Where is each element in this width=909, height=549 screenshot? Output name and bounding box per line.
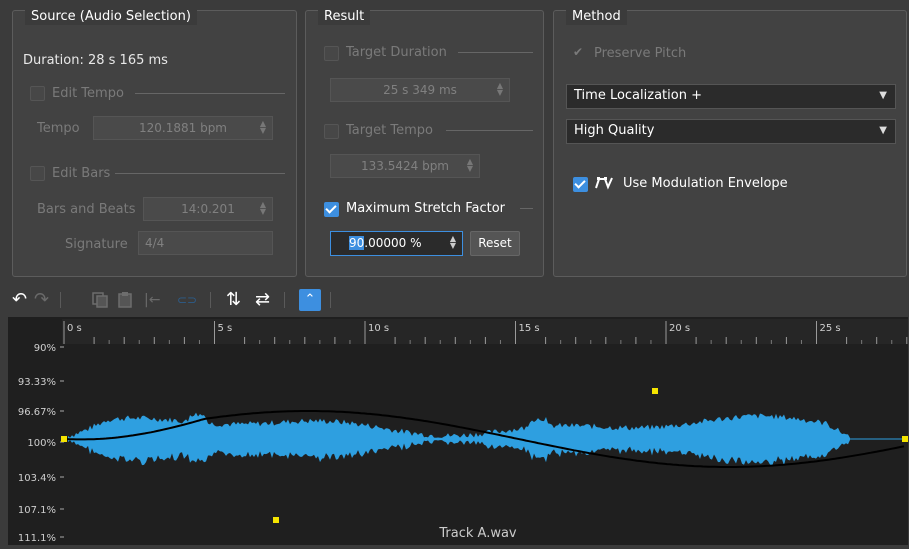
modulation-envelope-icon (595, 177, 613, 190)
swap-horizontal-icon[interactable]: ⇄ (255, 287, 270, 313)
waveform-canvas[interactable]: 0 s 5 s 10 s 15 s 20 s 25 s 90% 93.33% 96.67% 10… (8, 317, 908, 545)
target-tempo-label: Target Tempo (346, 123, 433, 138)
ruler-label: 20 s (669, 323, 690, 334)
toolbar-separator (60, 292, 61, 308)
ruler-label: 5 s (218, 323, 233, 334)
bars-beats-label: Bars and Beats (37, 202, 136, 217)
target-duration-spin-icon[interactable]: ▲ ▼ (497, 82, 503, 97)
quality-dropdown-arrow-icon[interactable]: ▼ (879, 120, 887, 142)
source-panel-title: Source (Audio Selection) (25, 9, 197, 25)
algorithm-dropdown-arrow-icon[interactable]: ▼ (879, 85, 887, 107)
preserve-pitch-check-icon[interactable]: ✔ (573, 45, 583, 59)
preserve-pitch-label: Preserve Pitch (594, 46, 687, 61)
max-stretch-label: Maximum Stretch Factor (346, 201, 506, 216)
max-stretch-field[interactable]: 90.00000 % ▲ ▼ (330, 231, 463, 256)
target-tempo-field[interactable]: 133.5424 bpm ▲ ▼ (330, 154, 480, 178)
edit-bars-checkbox[interactable] (30, 166, 45, 181)
target-duration-value: 25 s 349 ms (383, 83, 457, 97)
edit-tempo-checkbox[interactable] (30, 86, 45, 101)
result-panel-title: Result (318, 9, 371, 25)
undo-icon[interactable]: ↶ (12, 287, 27, 313)
method-panel-title: Method (566, 9, 627, 25)
tempo-label: Tempo (37, 121, 80, 136)
y-axis-label: 90% (34, 343, 56, 354)
duration-text: Duration: 28 s 165 ms (23, 53, 168, 68)
toolbar-separator (210, 292, 211, 308)
method-panel: Method ✔ Preserve Pitch Time Localizatio… (553, 9, 907, 277)
y-axis-label: 100% (27, 438, 56, 449)
envelope-handle (652, 388, 658, 394)
y-axis-label: 93.33% (18, 377, 56, 388)
tempo-field[interactable]: 120.1881 bpm ▲ ▼ (93, 116, 273, 140)
use-mod-env-label: Use Modulation Envelope (623, 176, 788, 191)
result-panel: Result Target Duration 25 s 349 ms ▲ ▼ Ta… (305, 9, 544, 277)
y-axis-label: 111.1% (18, 533, 56, 544)
max-stretch-rest-text: .00000 % (364, 236, 422, 250)
quality-value: High Quality (574, 123, 655, 138)
algorithm-value: Time Localization + (574, 88, 702, 103)
max-stretch-checkbox[interactable] (324, 202, 339, 217)
y-axis-label: 96.67% (18, 407, 56, 418)
ruler-label: 10 s (368, 323, 389, 334)
align-left-icon[interactable]: |← (144, 287, 160, 313)
max-stretch-spin-icon[interactable]: ▲ ▼ (450, 235, 456, 250)
edit-bars-divider (115, 173, 285, 174)
quality-dropdown[interactable]: High Quality ▼ (566, 119, 896, 144)
ruler-label: 0 s (67, 323, 82, 334)
target-duration-field[interactable]: 25 s 349 ms ▲ ▼ (330, 78, 510, 102)
signature-field[interactable]: 4/4 (138, 231, 273, 255)
toolbar-separator (284, 292, 285, 308)
tempo-spin-icon[interactable]: ▲ ▼ (260, 120, 266, 135)
toolbar-separator (330, 292, 331, 308)
target-tempo-value: 133.5424 bpm (361, 159, 449, 173)
target-duration-checkbox[interactable] (324, 46, 339, 61)
target-tempo-divider (446, 130, 533, 131)
y-axis-label: 107.1% (18, 505, 56, 516)
y-axis-label: 103.4% (18, 473, 56, 484)
ruler-label: 25 s (820, 323, 841, 334)
ruler-label: 15 s (519, 323, 540, 334)
swap-vertical-icon[interactable]: ⇅ (226, 287, 241, 313)
waveform-view[interactable]: 0 s 5 s 10 s 15 s 20 s 25 s 90% 93.33% 96.67% 10… (8, 317, 908, 545)
bars-beats-spin-icon[interactable]: ▲ ▼ (260, 201, 266, 216)
tempo-value: 120.1881 bpm (139, 121, 227, 135)
source-panel: Source (Audio Selection) Duration: 28 s … (12, 9, 297, 277)
envelope-handle (273, 517, 279, 523)
envelope-toolbar: ↶ ↷ |← ⊂⊃ ⇅ ⇄ ⌃ (12, 287, 412, 313)
reset-button[interactable]: Reset (470, 231, 520, 256)
redo-icon[interactable]: ↷ (34, 287, 49, 313)
target-tempo-checkbox[interactable] (324, 124, 339, 139)
edit-bars-label: Edit Bars (52, 166, 111, 181)
track-name-label: Track A.wav (438, 526, 517, 541)
signature-label: Signature (65, 237, 128, 252)
edit-tempo-divider (135, 93, 285, 94)
envelope-handle (61, 436, 67, 442)
use-mod-env-checkbox[interactable] (573, 177, 588, 192)
algorithm-dropdown[interactable]: Time Localization + ▼ (566, 84, 896, 109)
edit-tempo-label: Edit Tempo (52, 86, 124, 101)
max-stretch-divider (520, 208, 533, 209)
max-stretch-selected-text: 90 (349, 236, 365, 250)
envelope-mode-icon[interactable]: ⌃ (299, 289, 321, 311)
envelope-handle (902, 436, 908, 442)
bars-beats-value: 14:0.201 (181, 202, 235, 216)
y-axis-labels: 90% 93.33% 96.67% 100% 103.4% 107.1% 111.1% (18, 343, 56, 544)
target-tempo-spin-icon[interactable]: ▲ ▼ (467, 158, 473, 173)
target-duration-label: Target Duration (346, 45, 447, 60)
copy-icon[interactable] (92, 292, 109, 308)
paste-icon[interactable] (118, 292, 135, 308)
target-duration-divider (458, 52, 533, 53)
bars-beats-field[interactable]: 14:0.201 ▲ ▼ (143, 197, 273, 221)
signature-value: 4/4 (145, 236, 165, 250)
link-icon[interactable]: ⊂⊃ (177, 287, 197, 313)
